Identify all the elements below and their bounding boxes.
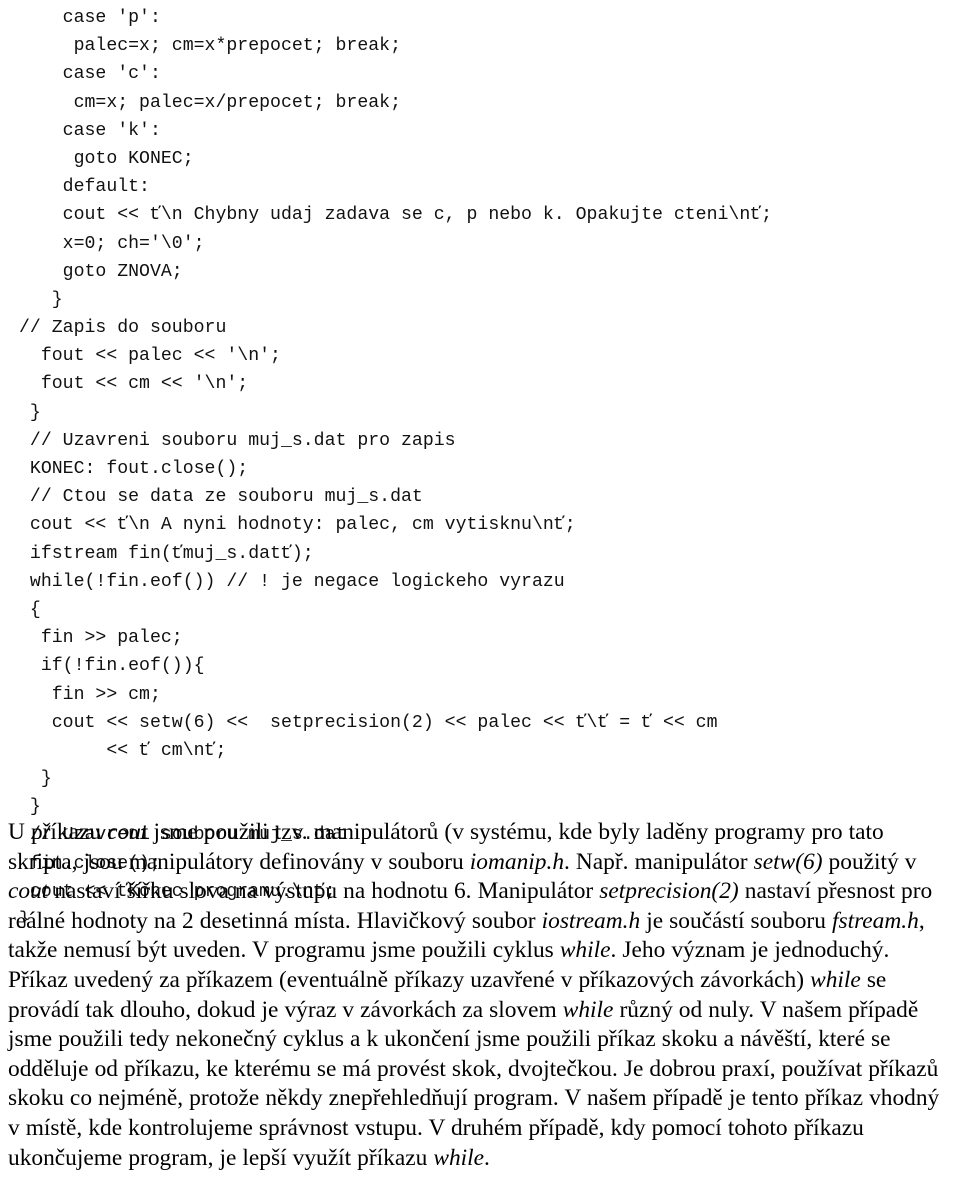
code-line: goto KONEC; [19, 148, 194, 169]
prose-run: použitý v [822, 848, 917, 875]
code-line: // Uzavreni souboru muj_s.dat pro zapis [19, 430, 456, 451]
code-line: case 'c': [19, 64, 161, 85]
code-line: goto ZNOVA; [19, 261, 183, 282]
code-line: x=0; ch='\0'; [19, 233, 205, 254]
code-line: fin >> cm; [19, 684, 161, 705]
code-term-italic: while [810, 966, 861, 993]
prose-run: . [484, 1144, 490, 1171]
code-term-italic: cout [8, 878, 49, 905]
code-line: { [19, 599, 41, 620]
code-line: cout << ť\n A nyni hodnoty: palec, cm vy… [19, 515, 576, 536]
code-line: if(!fin.eof()){ [19, 656, 205, 677]
paragraph-manipulators: U příkazu cout jsme použili tzv. manipul… [8, 818, 952, 1173]
prose-run: . Např. manipulátor [564, 848, 754, 875]
code-line: cout << ť\n Chybny udaj zadava se c, p n… [19, 205, 773, 226]
code-line: default: [19, 177, 150, 198]
prose-run: nastaví šířku slova na výstupu na hodnot… [48, 878, 600, 905]
code-line: // Ctou se data ze souboru muj_s.dat [19, 487, 423, 508]
code-term-italic: setw(6) [753, 848, 823, 875]
prose-run: je součástí souboru [640, 907, 832, 934]
code-term-italic: setprecision(2) [599, 878, 739, 905]
code-line: case 'k': [19, 120, 161, 141]
code-line: cout << setw(6) << setprecision(2) << pa… [19, 712, 718, 733]
code-line: fin >> palec; [19, 628, 183, 649]
code-line: cm=x; palec=x/prepocet; break; [19, 92, 401, 113]
document-page: case 'p': palec=x; cm=x*prepocet; break;… [0, 0, 960, 1200]
code-line: << ť cm\nť; [19, 740, 227, 761]
prose-run: U příkazu [8, 819, 108, 845]
code-term-italic: iomanip.h [469, 848, 565, 875]
code-line: fout << palec << '\n'; [19, 346, 281, 367]
code-line: KONEC: fout.close(); [19, 459, 249, 479]
code-line: ifstream fin(ťmuj_s.datť); [19, 543, 314, 564]
code-term-italic: while [559, 937, 611, 964]
code-line: fout << cm << '\n'; [19, 374, 249, 395]
code-line: case 'p': [19, 8, 161, 28]
code-term-italic: while [433, 1144, 485, 1171]
code-line: palec=x; cm=x*prepocet; break; [19, 36, 401, 57]
code-term-italic: while [562, 996, 614, 1023]
cpp-code-listing: case 'p': palec=x; cm=x*prepocet; break;… [19, 4, 949, 934]
code-line: while(!fin.eof()) // ! je negace logicke… [19, 571, 565, 592]
explanatory-text-block: U příkazu cout jsme použili tzv. manipul… [8, 818, 952, 1173]
code-line: } [19, 402, 41, 423]
code-line: // Zapis do souboru [19, 318, 227, 339]
code-line: } [19, 289, 63, 310]
code-term-italic: iostream.h [541, 907, 641, 934]
code-term-italic: fstream.h [831, 907, 919, 934]
code-term-italic: cout [107, 819, 148, 845]
code-line: } [19, 769, 52, 790]
